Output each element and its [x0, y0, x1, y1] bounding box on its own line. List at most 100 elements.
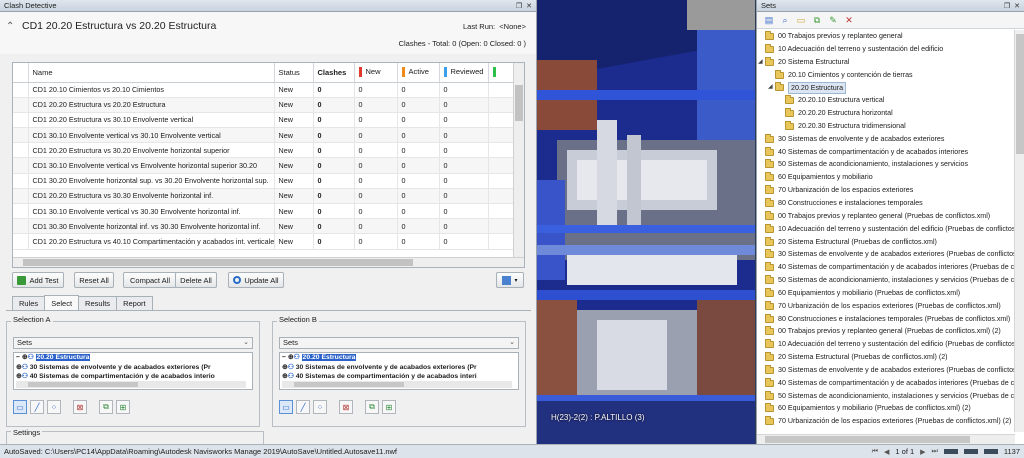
selection-b-item[interactable]: ⊕⚇ 30 Sistemas de envolvente y de acabad…	[280, 363, 518, 373]
collapse-arrow-icon[interactable]: ◢	[758, 56, 763, 69]
column-header-active[interactable]: Active	[397, 63, 440, 83]
column-header-new[interactable]: New	[354, 63, 398, 83]
table-row[interactable]: CD1 20.20 Estructura vs 40.10 Compartime…	[13, 233, 515, 250]
tab-select[interactable]: Select	[44, 295, 80, 310]
3d-viewport[interactable]: H(23)-2(2) : P.ALTILLO (3)	[537, 0, 755, 444]
sets-tree-item[interactable]: ◢ 20 Sistema Estructural	[757, 56, 1015, 69]
sets-tree-item[interactable]: 10 Adecuación del terreno y sustentación…	[757, 43, 1015, 56]
collapse-arrow-icon[interactable]: ◢	[768, 81, 773, 94]
sets-tree-item[interactable]: 20.20.20 Estructura horizontal	[757, 107, 1015, 120]
sets-tree-item[interactable]: 50 Sistemas de acondicionamiento, instal…	[757, 390, 1015, 403]
sets-vertical-scrollbar[interactable]	[1014, 30, 1024, 432]
selection-b-tree[interactable]: − ⊕⚇ 20.20 Estructura ⊕⚇ 30 Sistemas de …	[279, 352, 519, 390]
lines-icon[interactable]: ╱	[296, 400, 310, 414]
surfaces-icon[interactable]: ▭	[279, 400, 293, 414]
save-selection-icon[interactable]: ▤	[763, 15, 775, 26]
selection-a-tree[interactable]: − ⊕⚇ 20.20 Estructura ⊕⚇ 30 Sistemas de …	[13, 352, 253, 390]
table-row[interactable]: CD1 20.20 Estructura vs 30.30 Envolvente…	[13, 188, 515, 205]
sets-tree-item[interactable]: ◢ 20.20 Estructura	[757, 81, 1015, 95]
grid-horizontal-scrollbar[interactable]	[13, 257, 524, 267]
add-comment-icon[interactable]: ✎	[827, 15, 839, 26]
new-folder-icon[interactable]: ▭	[795, 15, 807, 26]
close-icon[interactable]: ✕	[526, 2, 532, 10]
lines-icon[interactable]: ╱	[30, 400, 44, 414]
sets-horizontal-scrollbar[interactable]	[757, 434, 1015, 444]
delete-all-button[interactable]: Delete All	[175, 272, 217, 288]
export-dropdown-button[interactable]: ▾	[496, 272, 524, 288]
reset-all-button[interactable]: Reset All	[74, 272, 114, 288]
first-page-icon[interactable]: ⏮	[872, 448, 878, 456]
sets-tree-item[interactable]: 10 Adecuación del terreno y sustentación…	[757, 338, 1015, 351]
table-row[interactable]: CD1 30.10 Envolvente vertical vs 30.30 E…	[13, 203, 515, 220]
collapse-chevron-icon[interactable]: ⌃	[6, 21, 14, 32]
table-row[interactable]: CD1 20.20 Estructura vs 30.20 Envolvente…	[13, 142, 515, 159]
tab-results[interactable]: Results	[78, 296, 118, 310]
surfaces-icon[interactable]: ▭	[13, 400, 27, 414]
selection-b-item[interactable]: − ⊕⚇ 20.20 Estructura	[280, 353, 518, 363]
column-header-name[interactable]: Name	[28, 63, 275, 83]
sets-tree-item[interactable]: 20.20.10 Estructura vertical	[757, 94, 1015, 107]
sets-tree-item[interactable]: 60 Equipamientos y mobiliario	[757, 171, 1015, 184]
column-header-approved[interactable]	[488, 63, 515, 83]
delete-icon[interactable]: ✕	[843, 15, 855, 26]
sets-tree-item[interactable]: 30 Sistemas de envolvente y de acabados …	[757, 248, 1015, 261]
selection-b-scrollbar[interactable]	[282, 381, 512, 388]
sets-tree-item[interactable]: 00 Trabajos previos y replanteo general …	[757, 325, 1015, 338]
select-in-scene-icon[interactable]: ⊞	[116, 400, 130, 414]
sets-tree-item[interactable]: 20 Sistema Estructural (Pruebas de confl…	[757, 351, 1015, 364]
column-header-status[interactable]: Status	[274, 63, 314, 83]
sets-tree-item[interactable]: 20.10 Cimientos y contención de tierras	[757, 69, 1015, 82]
sets-tree-item[interactable]: 50 Sistemas de acondicionamiento, instal…	[757, 158, 1015, 171]
use-current-selection-icon[interactable]: ⧉	[365, 400, 379, 414]
tab-rules[interactable]: Rules	[12, 296, 46, 310]
next-page-icon[interactable]: ▶	[920, 448, 925, 456]
selection-a-scrollbar[interactable]	[16, 381, 246, 388]
table-row[interactable]: CD1 30.20 Envolvente horizontal sup. vs …	[13, 173, 515, 189]
selection-a-item[interactable]: − ⊕⚇ 20.20 Estructura	[14, 353, 252, 363]
sets-tree-item[interactable]: 70 Urbanización de los espacios exterior…	[757, 300, 1015, 313]
previous-page-icon[interactable]: ◀	[884, 448, 889, 456]
sets-tree-item[interactable]: 50 Sistemas de acondicionamiento, instal…	[757, 274, 1015, 287]
sets-tree-item[interactable]: 70 Urbanización de los espacios exterior…	[757, 415, 1015, 428]
sets-tree-item[interactable]: 60 Equipamientos y mobiliario (Pruebas d…	[757, 287, 1015, 300]
save-search-icon[interactable]: ⌕	[779, 15, 791, 26]
sets-tree-item[interactable]: 60 Equipamientos y mobiliario (Pruebas d…	[757, 402, 1015, 415]
last-page-icon[interactable]: ⏭	[932, 448, 938, 456]
self-intersect-icon[interactable]: ⊠	[339, 400, 353, 414]
sets-tree-item[interactable]: 40 Sistemas de compartimentación y de ac…	[757, 146, 1015, 159]
compact-all-button[interactable]: Compact All	[123, 272, 177, 288]
selection-a-dropdown[interactable]: Sets ⌄	[13, 337, 253, 349]
sets-tree-item[interactable]: 30 Sistemas de envolvente y de acabados …	[757, 133, 1015, 146]
table-row[interactable]: CD1 30.10 Envolvente vertical vs 30.10 E…	[13, 127, 515, 144]
add-test-button[interactable]: Add Test	[12, 272, 64, 288]
table-row[interactable]: CD1 30.30 Envolvente horizontal inf. vs …	[13, 218, 515, 235]
sets-tree-item[interactable]: 70 Urbanización de los espacios exterior…	[757, 184, 1015, 197]
self-intersect-icon[interactable]: ⊠	[73, 400, 87, 414]
table-row[interactable]: CD1 20.20 Estructura vs 20.20 Estructura…	[13, 97, 515, 113]
sets-tree[interactable]: 00 Trabajos previos y replanteo general 1…	[757, 30, 1015, 432]
sets-tree-item[interactable]: 00 Trabajos previos y replanteo general …	[757, 210, 1015, 223]
sets-tree-item[interactable]: 00 Trabajos previos y replanteo general	[757, 30, 1015, 43]
sets-tree-item[interactable]: 80 Construcciones e instalaciones tempor…	[757, 197, 1015, 210]
sets-tree-item[interactable]: 10 Adecuación del terreno y sustentación…	[757, 223, 1015, 236]
restore-icon[interactable]: ❐	[1004, 2, 1010, 10]
selection-b-dropdown[interactable]: Sets ⌄	[279, 337, 519, 349]
sets-tree-item[interactable]: 20 Sistema Estructural (Pruebas de confl…	[757, 236, 1015, 249]
close-icon[interactable]: ✕	[1014, 2, 1020, 10]
table-row[interactable]: CD1 30.10 Envolvente vertical vs Envolve…	[13, 157, 515, 174]
sets-tree-item[interactable]: 40 Sistemas de compartimentación y de ac…	[757, 377, 1015, 390]
update-all-button[interactable]: Update All	[228, 272, 284, 288]
use-current-selection-icon[interactable]: ⧉	[99, 400, 113, 414]
sets-tree-item[interactable]: 20.20.30 Estructura tridimensional	[757, 120, 1015, 133]
selection-a-item[interactable]: ⊕⚇ 30 Sistemas de envolvente y de acabad…	[14, 363, 252, 373]
restore-icon[interactable]: ❐	[516, 2, 522, 10]
grid-vertical-scrollbar[interactable]	[513, 63, 524, 259]
duplicate-icon[interactable]: ⧉	[811, 15, 823, 26]
tab-report[interactable]: Report	[116, 296, 153, 310]
points-icon[interactable]: ⁘	[47, 400, 61, 414]
column-header-clashes[interactable]: Clashes	[313, 63, 355, 83]
sets-tree-item[interactable]: 80 Construcciones e instalaciones tempor…	[757, 313, 1015, 326]
column-header-reviewed[interactable]: Reviewed	[439, 63, 489, 83]
sets-tree-item[interactable]: 40 Sistemas de compartimentación y de ac…	[757, 261, 1015, 274]
sets-tree-item[interactable]: 30 Sistemas de envolvente y de acabados …	[757, 364, 1015, 377]
